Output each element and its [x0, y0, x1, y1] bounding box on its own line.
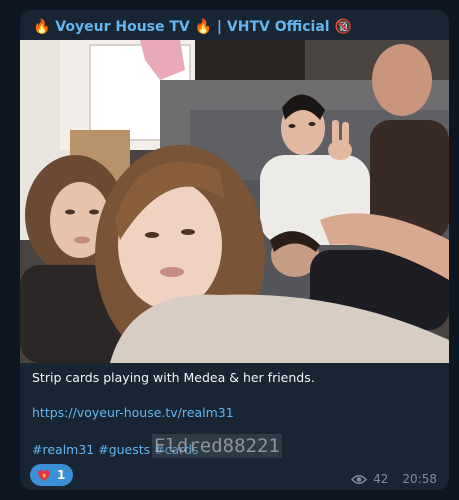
- view-count: 42: [373, 472, 389, 486]
- selfie-photo-illustration: [20, 40, 449, 363]
- reaction-button[interactable]: 1: [30, 464, 74, 486]
- post-link[interactable]: https://voyeur-house.tv/realm31: [32, 405, 234, 421]
- hashtag-guests[interactable]: #guests: [98, 442, 154, 457]
- message-text: Strip cards playing with Medea & her fri…: [32, 370, 315, 385]
- eye-icon: [351, 474, 368, 484]
- post-meta: 42 20:58: [351, 472, 437, 486]
- post-time: 20:58: [402, 472, 437, 486]
- watermark-text: Eldred88221: [152, 434, 282, 458]
- channel-post[interactable]: 🔥 Voyeur House TV 🔥 | VHTV Official 🔞 St…: [20, 10, 449, 490]
- reaction-count: 1: [57, 468, 66, 482]
- heart-on-fire-icon: [38, 469, 50, 481]
- post-photo[interactable]: [20, 40, 449, 363]
- hashtag-realm31[interactable]: #realm31: [32, 442, 98, 457]
- channel-title[interactable]: 🔥 Voyeur House TV 🔥 | VHTV Official 🔞: [33, 17, 352, 37]
